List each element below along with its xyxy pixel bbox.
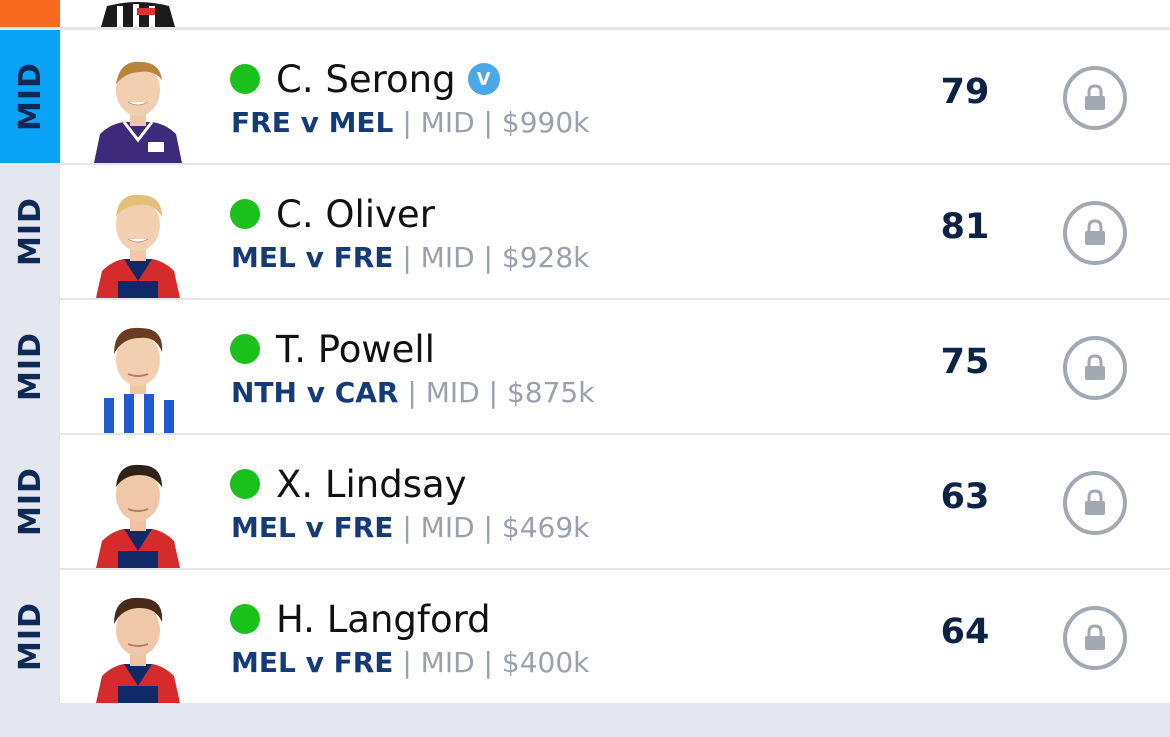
player-meta: MEL v FRE | MID | $469k <box>231 511 589 544</box>
list-footer <box>0 706 1170 737</box>
position-tab-label: MID <box>12 467 48 536</box>
player-score: 63 <box>940 477 990 517</box>
position-tab[interactable]: MID <box>0 300 60 433</box>
separator: | <box>402 106 421 139</box>
separator: | <box>402 646 421 679</box>
player-row[interactable]: MID C. Oliver MEL v FRE | MID | $928k 81 <box>0 165 1170 298</box>
player-meta: NTH v CAR | MID | $875k <box>231 376 594 409</box>
lock-icon[interactable] <box>1063 66 1127 130</box>
player-avatar <box>90 320 186 433</box>
separator: | <box>407 376 426 409</box>
status-dot-icon <box>230 604 260 634</box>
player-name-line: C. Serong V <box>230 54 500 104</box>
player-price: $400k <box>501 646 590 679</box>
status-dot-icon <box>230 334 260 364</box>
player-name-line: T. Powell <box>230 324 435 374</box>
fixture: MEL v FRE <box>231 241 394 274</box>
separator: | <box>483 511 502 544</box>
status-dot-icon <box>230 64 260 94</box>
lock-icon[interactable] <box>1063 336 1127 400</box>
player-avatar <box>90 590 186 703</box>
player-price: $928k <box>501 241 590 274</box>
player-meta: FRE v MEL | MID | $990k <box>231 106 589 139</box>
player-position: MID <box>425 376 480 409</box>
player-position: MID <box>420 241 475 274</box>
player-avatar <box>93 0 183 27</box>
separator: | <box>483 646 502 679</box>
player-row[interactable]: MID X. Lindsay MEL v FRE | MID | $469k 6… <box>0 435 1170 568</box>
player-position: MID <box>420 106 475 139</box>
position-tab-label: MID <box>12 602 48 671</box>
fixture: NTH v CAR <box>231 376 399 409</box>
position-tab[interactable]: MID <box>0 570 60 703</box>
fixture: MEL v FRE <box>231 511 394 544</box>
player-name[interactable]: C. Serong <box>276 58 456 101</box>
position-tab[interactable]: MID <box>0 30 60 163</box>
player-name[interactable]: H. Langford <box>276 598 491 641</box>
player-name[interactable]: T. Powell <box>276 328 435 371</box>
fixture: MEL v FRE <box>231 646 394 679</box>
position-tab[interactable]: MID <box>0 165 60 298</box>
separator: | <box>483 106 502 139</box>
position-tab-label: MID <box>12 62 48 131</box>
player-score: 64 <box>940 612 990 652</box>
position-tab-label: MID <box>12 332 48 401</box>
player-position: MID <box>420 511 475 544</box>
player-name-line: C. Oliver <box>230 189 435 239</box>
lock-icon[interactable] <box>1063 606 1127 670</box>
position-tab-label: MID <box>12 197 48 266</box>
player-position: MID <box>420 646 475 679</box>
player-meta: MEL v FRE | MID | $928k <box>231 241 589 274</box>
separator: | <box>402 511 421 544</box>
status-dot-icon <box>230 199 260 229</box>
separator: | <box>488 376 507 409</box>
position-tab <box>0 0 60 27</box>
player-price: $990k <box>501 106 590 139</box>
player-name-line: H. Langford <box>230 594 491 644</box>
lock-icon[interactable] <box>1063 471 1127 535</box>
player-avatar <box>90 50 186 163</box>
player-score: 79 <box>940 72 990 112</box>
player-meta: MEL v FRE | MID | $400k <box>231 646 589 679</box>
player-score: 75 <box>940 342 990 382</box>
player-price: $469k <box>501 511 590 544</box>
player-row-partial[interactable] <box>0 0 1170 27</box>
fixture: FRE v MEL <box>231 106 394 139</box>
player-name[interactable]: C. Oliver <box>276 193 435 236</box>
player-price: $875k <box>506 376 595 409</box>
player-row[interactable]: MID C. Serong V FRE v MEL | MID | $990k … <box>0 30 1170 163</box>
player-avatar <box>90 185 186 298</box>
player-avatar <box>90 455 186 568</box>
position-tab[interactable]: MID <box>0 435 60 568</box>
separator: | <box>402 241 421 274</box>
status-dot-icon <box>230 469 260 499</box>
separator: | <box>483 241 502 274</box>
player-name[interactable]: X. Lindsay <box>276 463 467 506</box>
player-score: 81 <box>940 207 990 247</box>
vice-captain-badge: V <box>467 63 500 95</box>
player-row[interactable]: MID T. Powell NTH v CAR | MID | $875k 75 <box>0 300 1170 433</box>
lock-icon[interactable] <box>1063 201 1127 265</box>
player-name-line: X. Lindsay <box>230 459 467 509</box>
player-row[interactable]: MID H. Langford MEL v FRE | MID | $400k … <box>0 570 1170 703</box>
